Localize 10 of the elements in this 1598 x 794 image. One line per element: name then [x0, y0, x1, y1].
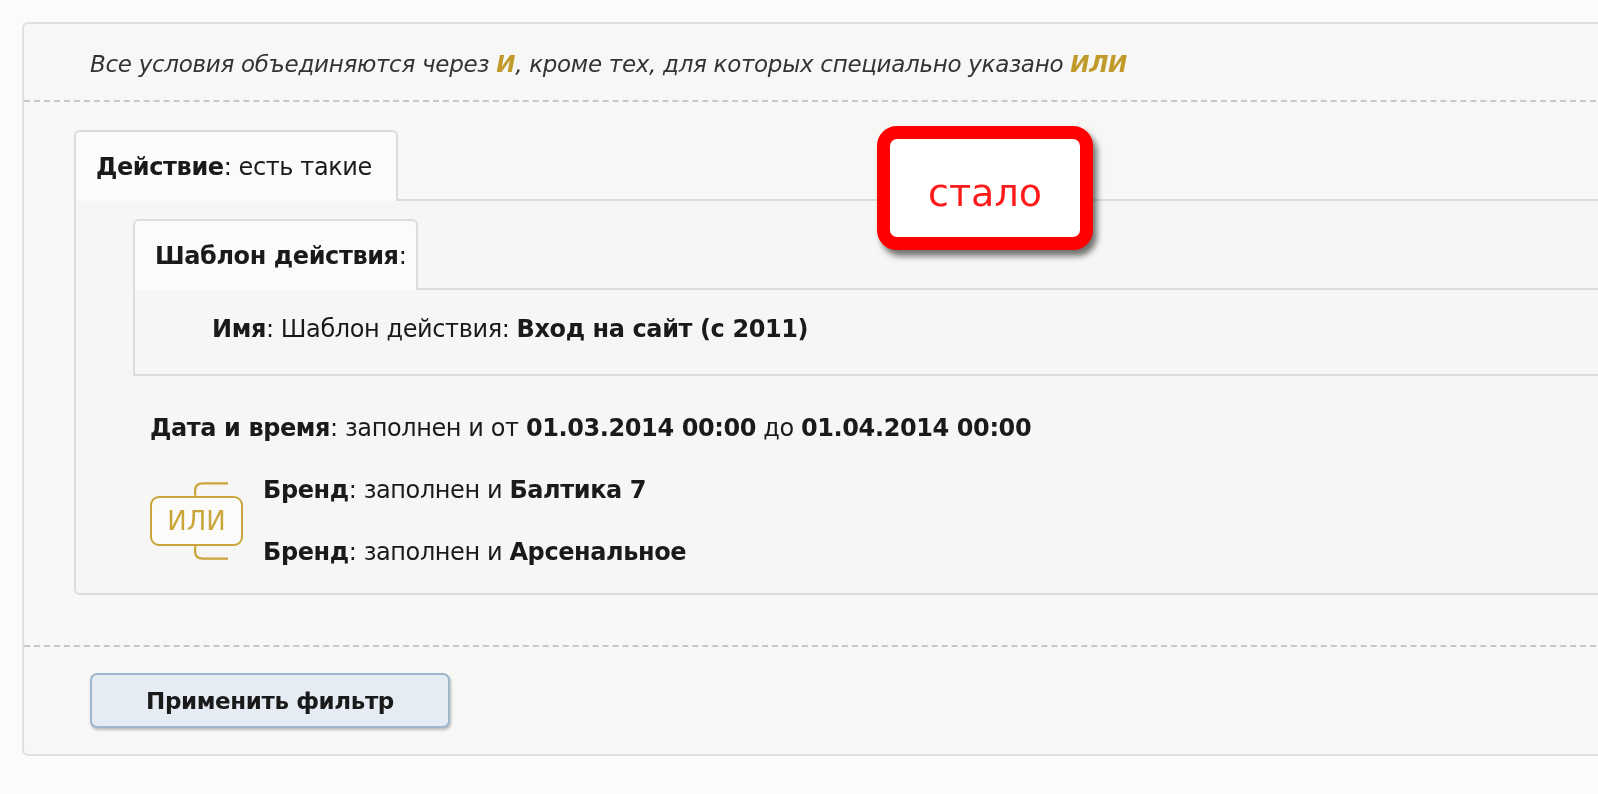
annotation-label: стало	[877, 126, 1093, 250]
apply-filter-button[interactable]: Применить фильтр	[90, 673, 450, 728]
or-badge: ИЛИ	[150, 496, 243, 546]
condition-text: Бренд: заполнен и Балтика 7	[263, 475, 648, 505]
bracket-icon	[193, 482, 228, 496]
condition-text: Бренд: заполнен и Арсенальное	[263, 537, 687, 567]
bracket-icon	[193, 546, 228, 560]
hint-text: Все условия объединяются через И, кроме тех, для которых специально указано ИЛИ	[89, 50, 1128, 79]
condition-text: Дата и время: заполнен и от 01.03.2014 00:00 до 01.04.2014 00:00	[150, 413, 1033, 443]
condition-text: Имя: Шаблон действия: Вход на сайт (с 2011)	[212, 314, 810, 344]
